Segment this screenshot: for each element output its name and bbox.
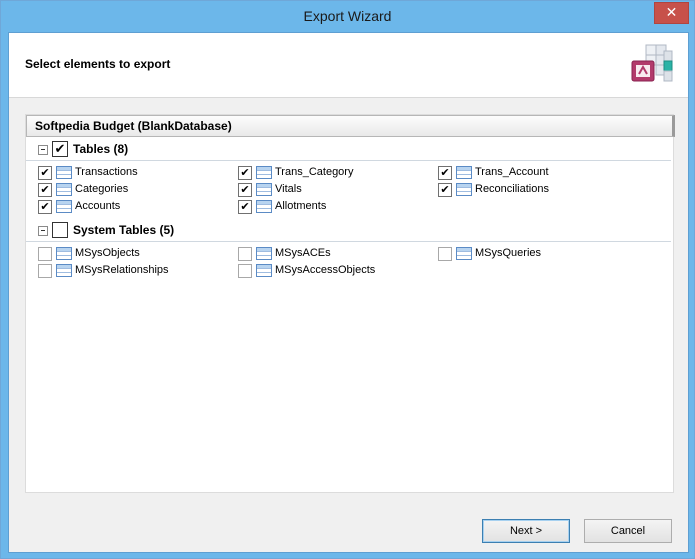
accounts-checkbox[interactable]: ✔ — [38, 200, 52, 214]
database-export-icon — [631, 44, 673, 82]
msysrelationships-checkbox[interactable] — [38, 264, 52, 278]
wizard-body: Select elements to export Softpedia Budg… — [8, 32, 689, 553]
close-button[interactable]: ✕ — [654, 2, 689, 24]
transactions-label: Transactions — [75, 166, 138, 178]
tree-root[interactable]: Softpedia Budget (BlankDatabase) — [26, 115, 675, 137]
system-tables-group-label: System Tables (5) — [73, 223, 175, 237]
categories-checkbox[interactable]: ✔ — [38, 183, 52, 197]
table-icon — [256, 183, 272, 196]
trans-account-checkbox[interactable]: ✔ — [438, 166, 452, 180]
msysaccessobjects-label: MSysAccessObjects — [275, 264, 376, 276]
elements-tree[interactable]: Softpedia Budget (BlankDatabase) ✔ Table… — [25, 114, 675, 493]
window-title: Export Wizard — [303, 8, 392, 24]
export-wizard-window: Export Wizard ✕ Select elements to expor… — [0, 0, 695, 559]
header-title: Select elements to export — [25, 57, 171, 71]
collapse-tables-icon[interactable] — [38, 145, 48, 155]
system-tables-checkbox[interactable] — [52, 222, 68, 238]
trans-category-label: Trans_Category — [275, 166, 354, 178]
vitals-checkbox[interactable]: ✔ — [238, 183, 252, 197]
wizard-header: Select elements to export — [9, 33, 688, 98]
tables-divider — [26, 160, 671, 161]
tables-checkbox[interactable]: ✔ — [52, 141, 68, 157]
system-tables-divider — [26, 241, 671, 242]
title-bar[interactable]: Export Wizard ✕ — [1, 1, 694, 32]
msysaces-checkbox[interactable] — [238, 247, 252, 261]
collapse-system-tables-icon[interactable] — [38, 226, 48, 236]
table-icon — [56, 183, 72, 196]
table-icon — [56, 247, 72, 260]
next-button[interactable]: Next > — [482, 519, 570, 543]
transactions-checkbox[interactable]: ✔ — [38, 166, 52, 180]
tables-group-label: Tables (8) — [73, 142, 129, 156]
trans-category-checkbox[interactable]: ✔ — [238, 166, 252, 180]
trans-account-label: Trans_Account — [475, 166, 549, 178]
msysrelationships-label: MSysRelationships — [75, 264, 169, 276]
table-icon — [256, 264, 272, 277]
msysobjects-label: MSysObjects — [75, 247, 140, 259]
table-icon — [56, 264, 72, 277]
table-icon — [256, 166, 272, 179]
table-icon — [56, 166, 72, 179]
allotments-label: Allotments — [275, 200, 327, 212]
table-icon — [256, 200, 272, 213]
vitals-label: Vitals — [275, 183, 302, 195]
tree-root-label: Softpedia Budget (BlankDatabase) — [35, 119, 232, 133]
table-icon — [456, 166, 472, 179]
table-icon — [56, 200, 72, 213]
reconciliations-checkbox[interactable]: ✔ — [438, 183, 452, 197]
table-icon — [456, 183, 472, 196]
msysaces-label: MSysACEs — [275, 247, 331, 259]
msysqueries-label: MSysQueries — [475, 247, 542, 259]
msysqueries-checkbox[interactable] — [438, 247, 452, 261]
msysobjects-checkbox[interactable] — [38, 247, 52, 261]
table-icon — [256, 247, 272, 260]
categories-label: Categories — [75, 183, 129, 195]
msysaccessobjects-checkbox[interactable] — [238, 264, 252, 278]
cancel-button[interactable]: Cancel — [584, 519, 672, 543]
allotments-checkbox[interactable]: ✔ — [238, 200, 252, 214]
reconciliations-label: Reconciliations — [475, 183, 549, 195]
table-icon — [456, 247, 472, 260]
accounts-label: Accounts — [75, 200, 121, 212]
